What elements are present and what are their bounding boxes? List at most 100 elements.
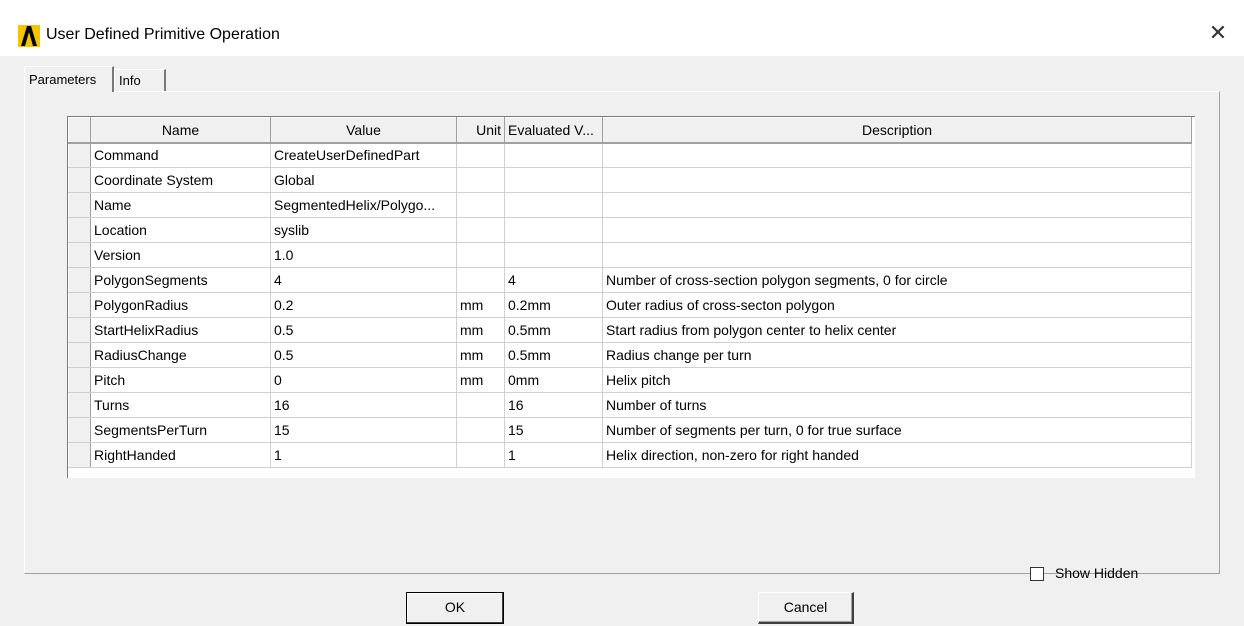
row-header[interactable] [68,242,91,268]
cell-value[interactable]: 1.0 [270,242,457,268]
cell-name[interactable]: Turns [90,392,271,418]
cell-value[interactable]: 1 [270,442,457,468]
cell-name[interactable]: Version [90,242,271,268]
cell-name[interactable]: StartHelixRadius [90,317,271,343]
cell-description[interactable] [602,217,1192,243]
cell-unit[interactable] [456,392,505,418]
cell-unit[interactable] [456,442,505,468]
cell-evaluated-value[interactable]: 16 [504,392,603,418]
cell-evaluated-value[interactable] [504,192,603,218]
cell-evaluated-value[interactable]: 1 [504,442,603,468]
cell-evaluated-value[interactable] [504,217,603,243]
table-row[interactable]: Command CreateUserDefinedPart [68,142,1192,168]
cell-evaluated-value[interactable]: 0mm [504,367,603,393]
table-row[interactable]: PolygonSegments 4 4 Number of cross-section… [68,267,1192,293]
cell-description[interactable]: Number of cross-section polygon segments… [602,267,1192,293]
tab-info[interactable]: Info [114,69,166,92]
cell-value[interactable]: 0.2 [270,292,457,318]
column-header-name[interactable]: Name [90,117,271,144]
cell-unit[interactable] [456,167,505,193]
cell-name[interactable]: RightHanded [90,442,271,468]
cell-description[interactable]: Start radius from polygon center to heli… [602,317,1192,343]
cell-description[interactable]: Helix pitch [602,367,1192,393]
cell-value[interactable]: 15 [270,417,457,443]
cell-unit[interactable]: mm [456,367,505,393]
cell-description[interactable] [602,167,1192,193]
table-row[interactable]: PolygonRadius 0.2 mm 0.2mm Outer radius of c… [68,292,1192,318]
close-button[interactable]: ✕ [1206,22,1230,46]
cell-unit[interactable]: mm [456,342,505,368]
column-header-value[interactable]: Value [270,117,457,144]
row-header[interactable] [68,217,91,243]
cell-value[interactable]: 0.5 [270,342,457,368]
row-header[interactable] [68,292,91,318]
cell-value[interactable]: 16 [270,392,457,418]
cell-unit[interactable]: mm [456,292,505,318]
cell-evaluated-value[interactable]: 0.5mm [504,342,603,368]
cell-name[interactable]: Coordinate System [90,167,271,193]
cell-description[interactable]: Helix direction, non-zero for right hand… [602,442,1192,468]
cell-unit[interactable] [456,417,505,443]
row-header[interactable] [68,417,91,443]
cell-value[interactable]: Global [270,167,457,193]
cell-name[interactable]: Location [90,217,271,243]
table-row[interactable]: RadiusChange 0.5 mm 0.5mm Radius change per … [68,342,1192,368]
table-row[interactable]: Coordinate System Global [68,167,1192,193]
cell-unit[interactable] [456,267,505,293]
cell-evaluated-value[interactable] [504,167,603,193]
table-row[interactable]: Version 1.0 [68,242,1192,268]
cell-unit[interactable] [456,192,505,218]
cell-evaluated-value[interactable]: 15 [504,417,603,443]
table-row[interactable]: Name SegmentedHelix/Polygo... [68,192,1192,218]
cancel-button[interactable]: Cancel [758,592,854,624]
cell-value[interactable]: 0.5 [270,317,457,343]
cell-name[interactable]: Pitch [90,367,271,393]
table-row[interactable]: SegmentsPerTurn 15 15 Number of segments pe… [68,417,1192,443]
cell-evaluated-value[interactable] [504,242,603,268]
cell-unit[interactable]: mm [456,317,505,343]
cell-value[interactable]: SegmentedHelix/Polygo... [270,192,457,218]
row-header[interactable] [68,142,91,168]
cell-description[interactable]: Number of segments per turn, 0 for true … [602,417,1192,443]
row-header[interactable] [68,367,91,393]
tab-parameters[interactable]: Parameters [24,66,114,92]
table-row[interactable]: Turns 16 16 Number of turns [68,392,1192,418]
column-header-evaluated-value[interactable]: Evaluated V... [504,117,603,144]
parameters-grid[interactable]: Name Value Unit Evaluated V... Descripti… [67,116,1195,478]
cell-name[interactable]: Name [90,192,271,218]
row-header[interactable] [68,267,91,293]
table-row[interactable]: StartHelixRadius 0.5 mm 0.5mm Start radius f… [68,317,1192,343]
cell-description[interactable]: Outer radius of cross-secton polygon [602,292,1192,318]
cell-unit[interactable] [456,242,505,268]
cell-name[interactable]: Command [90,142,271,168]
table-row[interactable]: Pitch 0 mm 0mm Helix pitch [68,367,1192,393]
cell-value[interactable]: syslib [270,217,457,243]
cell-evaluated-value[interactable]: 0.2mm [504,292,603,318]
cell-description[interactable]: Number of turns [602,392,1192,418]
cell-description[interactable]: Radius change per turn [602,342,1192,368]
column-header-unit[interactable]: Unit [456,117,505,144]
row-header[interactable] [68,192,91,218]
table-row[interactable]: RightHanded 1 1 Helix direction, non-zero f… [68,442,1192,468]
row-header[interactable] [68,167,91,193]
table-row[interactable]: Location syslib [68,217,1192,243]
cell-name[interactable]: PolygonSegments [90,267,271,293]
cell-value[interactable]: 4 [270,267,457,293]
cell-unit[interactable] [456,142,505,168]
cell-name[interactable]: PolygonRadius [90,292,271,318]
cell-name[interactable]: RadiusChange [90,342,271,368]
cell-unit[interactable] [456,217,505,243]
cell-description[interactable] [602,142,1192,168]
cell-description[interactable] [602,192,1192,218]
row-header[interactable] [68,342,91,368]
checkbox-box[interactable] [1030,567,1044,581]
cell-name[interactable]: SegmentsPerTurn [90,417,271,443]
row-header[interactable] [68,317,91,343]
cell-evaluated-value[interactable] [504,142,603,168]
row-header[interactable] [68,442,91,468]
cell-evaluated-value[interactable]: 4 [504,267,603,293]
cell-value[interactable]: 0 [270,367,457,393]
ok-button[interactable]: OK [406,592,504,624]
cell-description[interactable] [602,242,1192,268]
cell-value[interactable]: CreateUserDefinedPart [270,142,457,168]
